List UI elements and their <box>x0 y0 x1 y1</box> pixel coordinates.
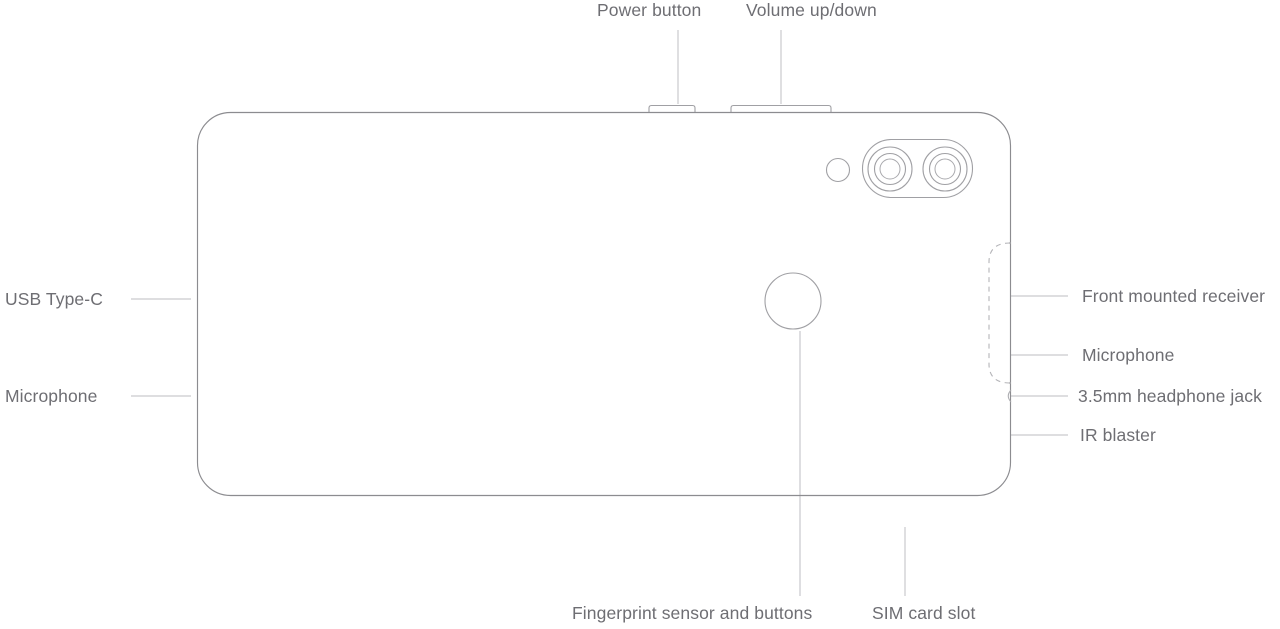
callout-label-power-button: Power button <box>597 0 702 20</box>
callout-label-ir-blaster: IR blaster <box>1080 425 1156 445</box>
camera-flash-icon <box>825 157 851 183</box>
callout-label-front-mounted-receiver: Front mounted receiver <box>1082 286 1266 306</box>
camera-lens-2-mid <box>928 152 962 186</box>
camera-lens-1-mid <box>873 152 907 186</box>
sim-tray-dashed-path <box>988 242 1011 384</box>
callout-label-usb-type-c: USB Type-C <box>5 289 103 309</box>
phone-body <box>196 111 1012 497</box>
volume-rocker-shape <box>730 104 832 113</box>
power-button-shape <box>648 104 696 113</box>
dual-camera-module <box>861 138 974 199</box>
camera-lens-2-inner <box>934 158 956 180</box>
phone-body-outline <box>196 111 1012 497</box>
callout-label-sim-card-slot: SIM card slot <box>872 603 976 623</box>
side-buttons <box>648 104 832 113</box>
callout-label-headphone-jack: 3.5mm headphone jack <box>1078 386 1262 406</box>
phone-callout-diagram <box>131 30 1068 596</box>
sim-tray-outline <box>988 242 1011 384</box>
callout-label-microphone-bottom: Microphone <box>5 386 98 406</box>
fingerprint-sensor-circle <box>764 272 822 330</box>
camera-lens-1-inner <box>879 158 901 180</box>
leader-lines <box>131 30 1068 596</box>
callout-label-volume-rocker: Volume up/down <box>746 0 877 20</box>
callout-label-microphone-top: Microphone <box>1082 345 1175 365</box>
callout-label-fingerprint-sensor: Fingerprint sensor and buttons <box>572 603 813 623</box>
camera-module-housing <box>861 138 974 199</box>
